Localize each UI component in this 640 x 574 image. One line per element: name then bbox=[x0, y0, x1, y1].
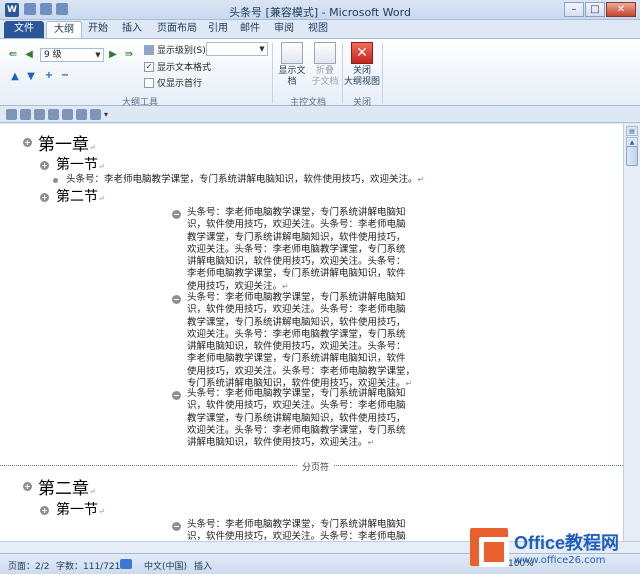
new-document-icon[interactable] bbox=[76, 109, 87, 120]
move-down-icon[interactable]: ▼ bbox=[26, 72, 36, 82]
show-text-format-checkbox[interactable]: ✓ 显示文本格式 bbox=[144, 60, 211, 73]
redo-icon[interactable] bbox=[34, 109, 45, 120]
show-first-line-label: 仅显示首行 bbox=[157, 79, 203, 89]
maximize-button[interactable]: □ bbox=[585, 2, 605, 17]
collapse-minus-icon[interactable]: − bbox=[172, 295, 181, 304]
tab-home[interactable]: 开始 bbox=[84, 21, 112, 38]
expand-plus-icon[interactable]: + bbox=[40, 506, 49, 515]
show-level-icon bbox=[144, 44, 154, 55]
word-count[interactable]: 字数：111/721 bbox=[56, 559, 120, 572]
outline-level-value: 9 级 bbox=[44, 50, 62, 60]
demote-icon[interactable]: ▶ bbox=[108, 50, 118, 60]
body-paragraph-block-3[interactable]: 头条号：李老师电脑教学课堂，专门系统讲解电脑知 识，软件使用技巧，欢迎关注。头条号… bbox=[187, 388, 423, 449]
body-paragraph-block-1[interactable]: 头条号：李老师电脑教学课堂，专门系统讲解电脑知 识，软件使用技巧，欢迎关注。头条号… bbox=[187, 207, 423, 293]
chevron-down-icon: ▼ bbox=[95, 51, 101, 59]
open-folder-icon[interactable] bbox=[62, 109, 73, 120]
quick-access-toolbar: ▾ bbox=[0, 107, 640, 123]
expand-plus-icon[interactable]: + bbox=[40, 193, 49, 202]
page-count[interactable]: 页面：2/2 bbox=[8, 559, 50, 572]
chevron-down-icon: ▼ bbox=[259, 45, 265, 53]
demote-to-body-icon[interactable]: ⇛ bbox=[124, 50, 134, 60]
show-document-button[interactable]: 显示文档 bbox=[275, 42, 309, 88]
tab-view[interactable]: 视图 bbox=[306, 21, 330, 38]
watermark-line2: www.office26.com bbox=[514, 554, 606, 566]
format-painter-icon[interactable] bbox=[90, 109, 101, 120]
title-bar: W 头条号 [兼容模式] - Microsoft Word – □ ✕ bbox=[0, 0, 640, 20]
move-up-icon[interactable]: ▲ bbox=[10, 72, 20, 82]
collapse-minus-icon[interactable]: − bbox=[172, 391, 181, 400]
heading-section-2[interactable]: 第二节↵ bbox=[56, 186, 105, 206]
expand-plus-icon[interactable]: + bbox=[23, 482, 32, 491]
document-icon bbox=[281, 42, 303, 64]
tab-outline[interactable]: 大纲 bbox=[46, 21, 82, 38]
customize-toolbar-icon[interactable]: ▾ bbox=[104, 109, 110, 120]
subdocument-icon bbox=[314, 42, 336, 64]
page-break: 分页符 bbox=[0, 460, 623, 473]
ribbon: ⇚ ◀ 9 级 ▼ ▶ ⇛ ▲ ▼ + − 显示级别(S): ▼ ✓ 显示文本格… bbox=[0, 38, 640, 108]
page-break-label: 分页符 bbox=[298, 460, 334, 473]
checkmark-icon: ✓ bbox=[144, 61, 154, 72]
body-paragraph-block-2[interactable]: 头条号：李老师电脑教学课堂，专门系统讲解电脑知 识，软件使用技巧，欢迎关注。头条号… bbox=[187, 292, 423, 390]
body-paragraph[interactable]: 头条号：李老师电脑教学课堂，专门系统讲解电脑知识，软件使用技巧，欢迎关注。↵ bbox=[66, 174, 424, 186]
promote-icon[interactable]: ◀ bbox=[24, 50, 34, 60]
show-level-control: 显示级别(S): bbox=[144, 43, 209, 56]
insert-mode[interactable]: 插入 bbox=[194, 559, 212, 572]
minimize-button[interactable]: – bbox=[564, 2, 584, 17]
document-area[interactable]: + 第一章↵ + 第一节↵ 头条号：李老师电脑教学课堂，专门系统讲解电脑知识，软… bbox=[0, 124, 623, 552]
heading-chapter-2[interactable]: 第二章↵ bbox=[38, 474, 96, 499]
close-icon: ✕ bbox=[351, 42, 373, 64]
close-outline-view-button[interactable]: ✕ 关闭 大纲视图 bbox=[344, 42, 380, 88]
tab-review[interactable]: 审阅 bbox=[272, 21, 296, 38]
watermark-line1: Office教程网 bbox=[514, 532, 620, 553]
watermark-logo: Office教程网 www.office26.com bbox=[470, 520, 640, 574]
tab-mailings[interactable]: 邮件 bbox=[238, 21, 262, 38]
body-bullet-icon[interactable] bbox=[53, 178, 58, 183]
proofing-icon[interactable] bbox=[120, 559, 132, 569]
print-preview-icon[interactable] bbox=[48, 109, 59, 120]
heading-section-1[interactable]: 第一节↵ bbox=[56, 154, 105, 174]
show-text-format-label: 显示文本格式 bbox=[157, 63, 212, 73]
collapse-minus-icon[interactable]: − bbox=[172, 522, 181, 531]
show-first-line-checkbox[interactable]: 仅显示首行 bbox=[144, 76, 202, 89]
tab-page-layout[interactable]: 页面布局 bbox=[152, 21, 202, 38]
save-icon[interactable] bbox=[6, 109, 17, 120]
close-window-button[interactable]: ✕ bbox=[606, 2, 636, 17]
undo-icon[interactable] bbox=[20, 109, 31, 120]
expand-plus-icon[interactable]: + bbox=[40, 161, 49, 170]
heading-chapter-2-section-1[interactable]: 第一节↵ bbox=[56, 499, 105, 519]
outline-level-select[interactable]: 9 级 ▼ bbox=[40, 48, 104, 62]
show-level-label: 显示级别(S): bbox=[157, 46, 209, 56]
tab-file[interactable]: 文件 bbox=[4, 21, 44, 38]
show-level-select[interactable]: ▼ bbox=[206, 42, 268, 56]
tab-insert[interactable]: 插入 bbox=[118, 21, 146, 38]
expand-icon[interactable]: + bbox=[44, 71, 54, 81]
window-controls: – □ ✕ bbox=[564, 2, 636, 17]
collapse-subdocuments-button[interactable]: 折叠 子文档 bbox=[310, 42, 340, 88]
heading-chapter-1[interactable]: 第一章↵ bbox=[38, 130, 96, 155]
window-title: 头条号 [兼容模式] - Microsoft Word bbox=[229, 6, 411, 19]
body-paragraph-block-4[interactable]: 头条号：李老师电脑教学课堂，专门系统讲解电脑知 识，软件使用技巧，欢迎关注。头条号… bbox=[187, 519, 423, 544]
expand-plus-icon[interactable]: + bbox=[23, 138, 32, 147]
vertical-scrollbar[interactable]: ▤ ▲ bbox=[623, 124, 640, 552]
scroll-thumb[interactable] bbox=[626, 146, 638, 166]
ruler-toggle-icon[interactable]: ▤ bbox=[626, 126, 638, 136]
office-logo-icon bbox=[470, 528, 509, 567]
promote-to-heading1-icon[interactable]: ⇚ bbox=[8, 50, 18, 60]
collapse-icon[interactable]: − bbox=[60, 71, 70, 81]
language[interactable]: 中文(中国) bbox=[144, 559, 187, 572]
tab-references[interactable]: 引用 bbox=[206, 21, 230, 38]
collapse-minus-icon[interactable]: − bbox=[172, 210, 181, 219]
ribbon-tabs: 文件 大纲 开始 插入 页面布局 引用 邮件 审阅 视图 bbox=[0, 20, 640, 38]
